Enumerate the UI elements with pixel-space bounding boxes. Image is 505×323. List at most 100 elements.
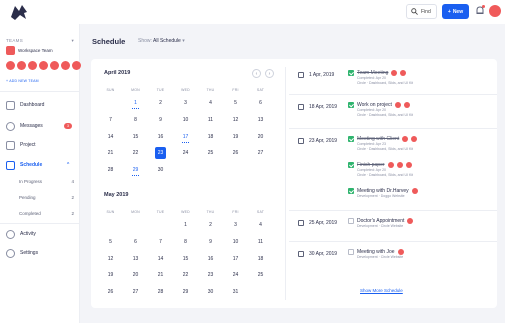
- calendar-day[interactable]: 4: [198, 97, 223, 109]
- calendar-day[interactable]: 2: [198, 219, 223, 231]
- sidebar-item-settings[interactable]: Settings: [0, 246, 80, 260]
- task-checkbox[interactable]: [348, 249, 354, 255]
- calendar-day[interactable]: 2: [148, 97, 173, 109]
- logo-icon[interactable]: [9, 3, 29, 21]
- calendar-day[interactable]: 22: [173, 269, 198, 281]
- calendar-day[interactable]: 14: [148, 253, 173, 265]
- calendar-day[interactable]: 30: [148, 164, 173, 176]
- sidebar-subitem-pending[interactable]: Pending 2: [19, 195, 74, 200]
- task-item[interactable]: Meeting with Client Completed: Apr 23 Circ…: [348, 136, 418, 152]
- calendar-day[interactable]: 5: [223, 97, 248, 109]
- calendar-day[interactable]: 29: [123, 164, 148, 177]
- assignee-avatar[interactable]: [387, 162, 394, 168]
- calendar-day[interactable]: 10: [223, 236, 248, 248]
- calendar-day[interactable]: 6: [248, 97, 273, 109]
- assignee-avatar[interactable]: [394, 102, 401, 108]
- member-avatar[interactable]: [39, 61, 48, 70]
- calendar-day[interactable]: 15: [123, 131, 148, 143]
- calendar-day[interactable]: 9: [198, 236, 223, 248]
- sidebar-subitem-completed[interactable]: Completed 2: [19, 211, 74, 216]
- show-more-link[interactable]: Show More Schedule: [360, 288, 403, 293]
- assignee-avatar[interactable]: [396, 162, 403, 168]
- calendar-day[interactable]: 4: [248, 219, 273, 231]
- calendar-day[interactable]: 19: [98, 269, 123, 281]
- next-month-button[interactable]: ›: [265, 69, 274, 78]
- task-item[interactable]: Meeting with Joe Development · Circle Web…: [348, 249, 404, 260]
- calendar-day[interactable]: 5: [98, 236, 123, 248]
- calendar-day[interactable]: 25: [198, 147, 223, 159]
- task-checkbox[interactable]: [348, 188, 354, 194]
- calendar-day[interactable]: 30: [198, 286, 223, 298]
- calendar-day[interactable]: 11: [198, 114, 223, 126]
- add-team-link[interactable]: + ADD NEW TEAM: [6, 79, 39, 83]
- calendar-day[interactable]: 13: [248, 114, 273, 126]
- calendar-day[interactable]: 19: [223, 131, 248, 143]
- task-item[interactable]: Doctor's Appointment Development · Circle…: [348, 218, 414, 229]
- calendar-day[interactable]: 10: [173, 114, 198, 126]
- task-item[interactable]: Work on project Completed: Apr 20 Circle ·…: [348, 102, 413, 118]
- calendar-day[interactable]: 31: [223, 286, 248, 298]
- task-checkbox[interactable]: [348, 218, 354, 224]
- calendar-day[interactable]: 26: [98, 286, 123, 298]
- member-avatar[interactable]: [6, 61, 15, 70]
- sidebar-subitem-in-progress[interactable]: In Progress 4: [19, 179, 74, 184]
- calendar-day[interactable]: 21: [98, 147, 123, 159]
- task-item[interactable]: Meeting with Dr.Harvey Development · Dogg…: [348, 188, 418, 199]
- sidebar-item-schedule[interactable]: Schedule ⌃: [0, 158, 80, 172]
- calendar-day[interactable]: 14: [98, 131, 123, 143]
- teams-toggle-icon[interactable]: ▾: [71, 38, 74, 44]
- calendar-day[interactable]: 8: [173, 236, 198, 248]
- calendar-day[interactable]: 27: [248, 147, 273, 159]
- sidebar-item-messages[interactable]: Messages 3: [0, 119, 80, 133]
- calendar-day[interactable]: 26: [223, 147, 248, 159]
- calendar-day[interactable]: 27: [123, 286, 148, 298]
- calendar-day[interactable]: 28: [148, 286, 173, 298]
- calendar-day[interactable]: 1: [173, 219, 198, 231]
- sidebar-item-activity[interactable]: Activity: [0, 227, 80, 241]
- calendar-day[interactable]: 3: [173, 97, 198, 109]
- calendar-day[interactable]: 24: [223, 269, 248, 281]
- new-button[interactable]: + New: [442, 4, 469, 19]
- find-button[interactable]: Find: [406, 4, 437, 19]
- member-avatar[interactable]: [17, 61, 26, 70]
- calendar-day[interactable]: 28: [98, 164, 123, 176]
- calendar-day[interactable]: 13: [123, 253, 148, 265]
- calendar-day[interactable]: 7: [148, 236, 173, 248]
- assignee-avatar[interactable]: [403, 102, 410, 108]
- member-avatar[interactable]: [28, 61, 37, 70]
- calendar-day[interactable]: 15: [173, 253, 198, 265]
- task-checkbox[interactable]: [348, 136, 354, 142]
- task-item[interactable]: Team Meeting Completed: Apr 20 Circle · Da…: [348, 70, 413, 86]
- task-item[interactable]: Finish paper Completed: Apr 20 Circle · Da…: [348, 162, 413, 178]
- task-checkbox[interactable]: [348, 70, 354, 76]
- calendar-day[interactable]: 17: [223, 253, 248, 265]
- task-checkbox[interactable]: [348, 102, 354, 108]
- sidebar-item-project[interactable]: Project: [0, 138, 80, 152]
- calendar-day[interactable]: 24: [173, 147, 198, 159]
- prev-month-button[interactable]: ‹: [252, 69, 261, 78]
- calendar-day[interactable]: 29: [173, 286, 198, 298]
- calendar-day[interactable]: 20: [248, 131, 273, 143]
- calendar-day[interactable]: 9: [148, 114, 173, 126]
- calendar-day[interactable]: 20: [123, 269, 148, 281]
- team-item[interactable]: Workspace Team: [6, 46, 53, 55]
- calendar-day[interactable]: 18: [248, 253, 273, 265]
- calendar-day[interactable]: 1: [123, 97, 148, 109]
- calendar-day[interactable]: 16: [148, 131, 173, 143]
- assignee-avatar[interactable]: [405, 162, 412, 168]
- user-avatar[interactable]: [489, 5, 501, 17]
- task-checkbox[interactable]: [348, 162, 354, 168]
- calendar-day[interactable]: 12: [223, 114, 248, 126]
- calendar-day[interactable]: 25: [248, 269, 273, 281]
- calendar-day[interactable]: 18: [198, 131, 223, 143]
- calendar-day[interactable]: 7: [98, 114, 123, 126]
- calendar-day[interactable]: 3: [223, 219, 248, 231]
- assignee-avatar[interactable]: [411, 188, 418, 194]
- calendar-day[interactable]: 17: [173, 131, 198, 143]
- calendar-day[interactable]: 23: [198, 269, 223, 281]
- calendar-day[interactable]: 12: [98, 253, 123, 265]
- schedule-filter-dropdown[interactable]: Show: All Schedule ▾: [138, 38, 185, 44]
- member-avatar[interactable]: [61, 61, 70, 70]
- member-avatar[interactable]: [72, 61, 81, 70]
- chevron-up-icon[interactable]: ⌃: [66, 162, 70, 168]
